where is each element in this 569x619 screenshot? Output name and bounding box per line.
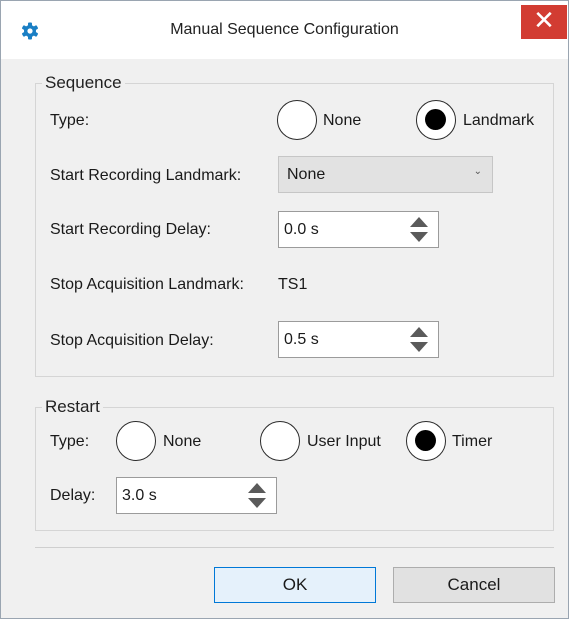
restart-group: Restart [35,397,554,531]
radio-selected-dot [415,430,436,451]
sequence-type-none-label[interactable]: None [323,112,361,130]
dialog-window: Manual Sequence Configuration ✕ Sequence… [0,0,569,619]
close-button[interactable]: ✕ [521,5,567,39]
stop-acquisition-delay-stepper[interactable]: 0.5 s [278,321,439,358]
stepper-up-icon[interactable] [410,217,428,227]
start-recording-landmark-dropdown[interactable]: None ⌄ [278,156,493,193]
restart-type-none-label[interactable]: None [163,433,201,451]
stop-acquisition-landmark-label: Stop Acquisition Landmark: [50,276,244,293]
restart-delay-label: Delay: [50,487,96,504]
restart-legend: Restart [45,397,100,416]
stepper-up-icon[interactable] [248,483,266,493]
title-bar: Manual Sequence Configuration ✕ [1,1,568,59]
radio-selected-dot [425,109,446,130]
restart-type-label: Type: [50,433,90,450]
stop-acquisition-delay-value[interactable]: 0.5 s [284,331,319,349]
restart-type-user-input-label[interactable]: User Input [307,433,381,451]
sequence-legend: Sequence [45,73,122,92]
stepper-down-icon[interactable] [248,498,266,508]
restart-delay-stepper[interactable]: 3.0 s [116,477,277,514]
stop-acquisition-delay-label: Stop Acquisition Delay: [50,332,214,349]
restart-type-user-input-radio[interactable] [260,421,300,461]
restart-type-none-radio[interactable] [116,421,156,461]
window-title: Manual Sequence Configuration [170,21,399,38]
restart-delay-value[interactable]: 3.0 s [122,487,157,505]
sequence-type-landmark-radio[interactable] [416,100,456,140]
ok-button[interactable]: OK [214,567,376,603]
start-recording-landmark-label: Start Recording Landmark: [50,167,242,184]
restart-type-timer-label[interactable]: Timer [452,433,492,451]
stepper-down-icon[interactable] [410,232,428,242]
start-recording-delay-stepper[interactable]: 0.0 s [278,211,439,248]
stepper-down-icon[interactable] [410,342,428,352]
start-recording-delay-label: Start Recording Delay: [50,221,211,238]
cancel-button[interactable]: Cancel [393,567,555,603]
restart-type-timer-radio[interactable] [406,421,446,461]
sequence-type-landmark-label[interactable]: Landmark [463,112,534,130]
stop-acquisition-landmark-value: TS1 [278,276,308,293]
start-recording-landmark-value: None [287,166,326,183]
sequence-type-none-radio[interactable] [277,100,317,140]
footer-divider [35,547,554,548]
sequence-type-label: Type: [50,112,90,129]
stepper-up-icon[interactable] [410,327,428,337]
chevron-down-icon: ⌄ [473,166,482,177]
start-recording-delay-value[interactable]: 0.0 s [284,221,319,239]
